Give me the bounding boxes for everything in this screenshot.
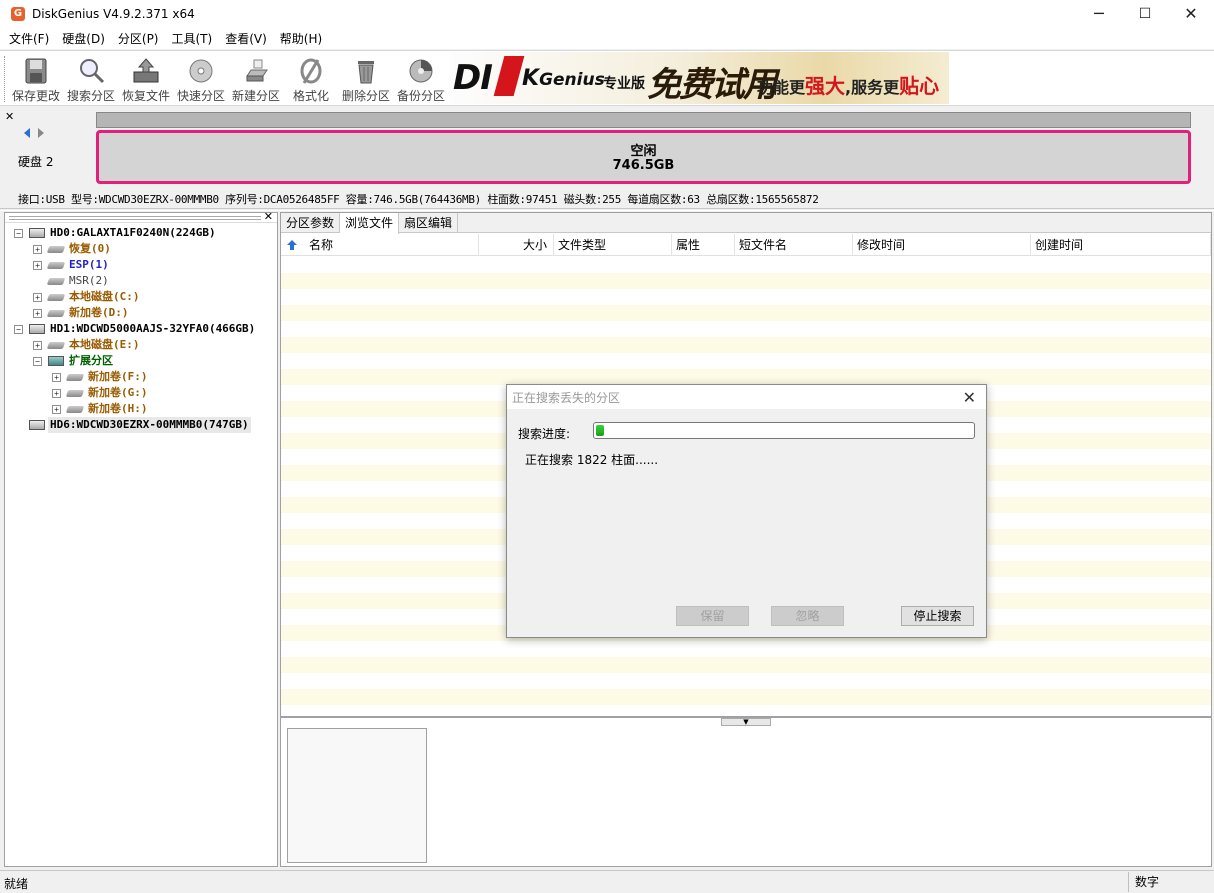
menu-tools[interactable]: 工具(T) (167, 30, 218, 47)
format-button[interactable]: 格式化 (284, 54, 338, 104)
app-icon: G (11, 6, 25, 21)
recover-files-button[interactable]: 恢复文件 (119, 54, 173, 104)
minimize-button[interactable]: ─ (1076, 0, 1122, 27)
backup-partition-button[interactable]: 备份分区 (394, 54, 448, 104)
ignore-button[interactable]: 忽略 (771, 606, 844, 626)
status-text: 就绪 (4, 877, 29, 891)
panel-divider (0, 208, 1214, 211)
col-file-type[interactable]: 文件类型 (554, 234, 672, 256)
col-name[interactable]: 名称 (305, 234, 479, 256)
tree-item-g-drive[interactable]: + 新加卷(G:) (5, 385, 277, 401)
slogan: 功能更强大,服务更贴心 (757, 74, 940, 98)
toolbar-grip (4, 56, 7, 102)
tree-item-hd0[interactable]: − HD0:GALAXTA1F0240N(224GB) (5, 225, 277, 241)
tree-item-hd6[interactable]: HD6:WDCWD30EZRX-00MMMB0(747GB) (5, 417, 277, 433)
file-list-header: 名称 大小 文件类型 属性 短文件名 修改时间 创建时间 (281, 234, 1211, 256)
format-icon (300, 58, 322, 84)
tab-bar: 分区参数 浏览文件 扇区编辑 (281, 213, 1211, 234)
save-icon (25, 58, 47, 84)
search-lost-partition-dialog: 正在搜索丢失的分区 ✕ 搜索进度: 正在搜索 1822 柱面...... 保留 … (506, 384, 987, 638)
progress-label: 搜索进度: (518, 427, 571, 441)
backup-icon (409, 59, 433, 83)
new-partition-icon (246, 59, 268, 82)
dialog-title: 正在搜索丢失的分区 (512, 390, 621, 405)
free-space-size: 746.5GB (612, 158, 675, 173)
recover-icon (133, 58, 159, 83)
col-modified[interactable]: 修改时间 (853, 234, 1031, 256)
edition-label: 专业版 (603, 76, 645, 92)
close-button[interactable]: ✕ (1168, 0, 1214, 27)
progress-fill (596, 425, 604, 436)
tree-item-msr[interactable]: MSR(2) (5, 273, 277, 289)
tree-item-f-drive[interactable]: + 新加卷(F:) (5, 369, 277, 385)
next-disk-icon[interactable] (37, 127, 45, 139)
col-created[interactable]: 创建时间 (1031, 234, 1211, 256)
tree-panel-close-icon[interactable]: ✕ (264, 210, 273, 223)
tree-item-extended[interactable]: − 扩展分区 (5, 353, 277, 369)
preview-box (287, 728, 427, 863)
numlock-indicator: 数字 (1128, 872, 1208, 892)
logo-genius: KGenius (522, 66, 605, 91)
tree-item-hd1[interactable]: − HD1:WDCWD5000AAJS-32YFA0(466GB) (5, 321, 277, 337)
disk-capacity-track (96, 112, 1191, 128)
menu-view[interactable]: 查看(V) (220, 30, 272, 47)
tab-partition-params[interactable]: 分区参数 (281, 213, 341, 233)
tree-item-h-drive[interactable]: + 新加卷(H:) (5, 401, 277, 417)
keep-button[interactable]: 保留 (676, 606, 749, 626)
stop-search-button[interactable]: 停止搜索 (901, 606, 974, 626)
disk-map-panel: ✕ 硬盘 2 空闲 746.5GB 接口:USB 型号:WDCWD30EZRX-… (0, 107, 1214, 207)
col-attributes[interactable]: 属性 (672, 234, 735, 256)
disc-icon (189, 59, 213, 83)
tab-browse-files[interactable]: 浏览文件 (340, 213, 400, 234)
disk-tree-panel: ✕ − HD0:GALAXTA1F0240N(224GB) + 恢复(0) + ESP… (4, 210, 278, 867)
split-handle[interactable]: ▼ (721, 718, 771, 726)
free-space-label: 空闲 (630, 144, 657, 159)
menu-disk[interactable]: 硬盘(D) (57, 30, 110, 47)
logo-text: DI (453, 58, 493, 98)
menu-help[interactable]: 帮助(H) (275, 30, 327, 47)
window-title: DiskGenius V4.9.2.371 x64 (32, 6, 195, 21)
col-size[interactable]: 大小 (479, 234, 554, 256)
tree-item-d-drive[interactable]: + 新加卷(D:) (5, 305, 277, 321)
dialog-close-icon[interactable]: ✕ (963, 388, 976, 407)
title-bar: G DiskGenius V4.9.2.371 x64 ─ ☐ ✕ (0, 0, 1214, 27)
up-folder-icon[interactable] (287, 240, 297, 250)
toolbar: 保存更改 搜索分区 恢复文件 快速分区 新建分区 格式化 删除分区 备份分区 D… (0, 50, 1214, 106)
maximize-button[interactable]: ☐ (1122, 0, 1168, 27)
search-progress-bar (593, 422, 975, 439)
promo-banner[interactable]: DI KGenius 专业版 免费试用 功能更强大,服务更贴心 (449, 52, 949, 104)
tree-item-e-drive[interactable]: + 本地磁盘(E:) (5, 337, 277, 353)
save-changes-button[interactable]: 保存更改 (9, 54, 63, 104)
trash-icon (358, 61, 374, 84)
status-bar: 就绪 数字 (0, 870, 1214, 893)
quick-partition-button[interactable]: 快速分区 (174, 54, 228, 104)
disk-tree: − HD0:GALAXTA1F0240N(224GB) + 恢复(0) + ESP(1… (5, 225, 277, 433)
menu-partition[interactable]: 分区(P) (113, 30, 164, 47)
trial-label: 免费试用 (647, 65, 777, 104)
tree-item-c-drive[interactable]: + 本地磁盘(C:) (5, 289, 277, 305)
disk-info-line: 接口:USB 型号:WDCWD30EZRX-00MMMB0 序列号:DCA052… (18, 193, 819, 206)
delete-partition-button[interactable]: 删除分区 (339, 54, 393, 104)
dialog-title-bar: 正在搜索丢失的分区 ✕ (507, 385, 986, 409)
col-short-name[interactable]: 短文件名 (735, 234, 853, 256)
preview-panel: ▼ (280, 717, 1212, 867)
logo-red-mark (493, 56, 525, 96)
tree-item-recovery[interactable]: + 恢复(0) (5, 241, 277, 257)
new-partition-button[interactable]: 新建分区 (229, 54, 283, 104)
tree-item-esp[interactable]: + ESP(1) (5, 257, 277, 273)
tab-sector-editor[interactable]: 扇区编辑 (399, 213, 459, 233)
magnifier-icon (80, 59, 105, 84)
disk-label: 硬盘 2 (18, 155, 54, 169)
tree-panel-header: ✕ (5, 210, 277, 223)
free-space-block[interactable]: 空闲 746.5GB (96, 130, 1191, 184)
menu-file[interactable]: 文件(F) (4, 30, 54, 47)
search-status-text: 正在搜索 1822 柱面...... (525, 453, 659, 467)
prev-disk-icon[interactable] (23, 127, 31, 139)
disk-panel-close-icon[interactable]: ✕ (5, 110, 14, 123)
search-partition-button[interactable]: 搜索分区 (64, 54, 118, 104)
menu-bar: 文件(F) 硬盘(D) 分区(P) 工具(T) 查看(V) 帮助(H) (0, 27, 1214, 49)
